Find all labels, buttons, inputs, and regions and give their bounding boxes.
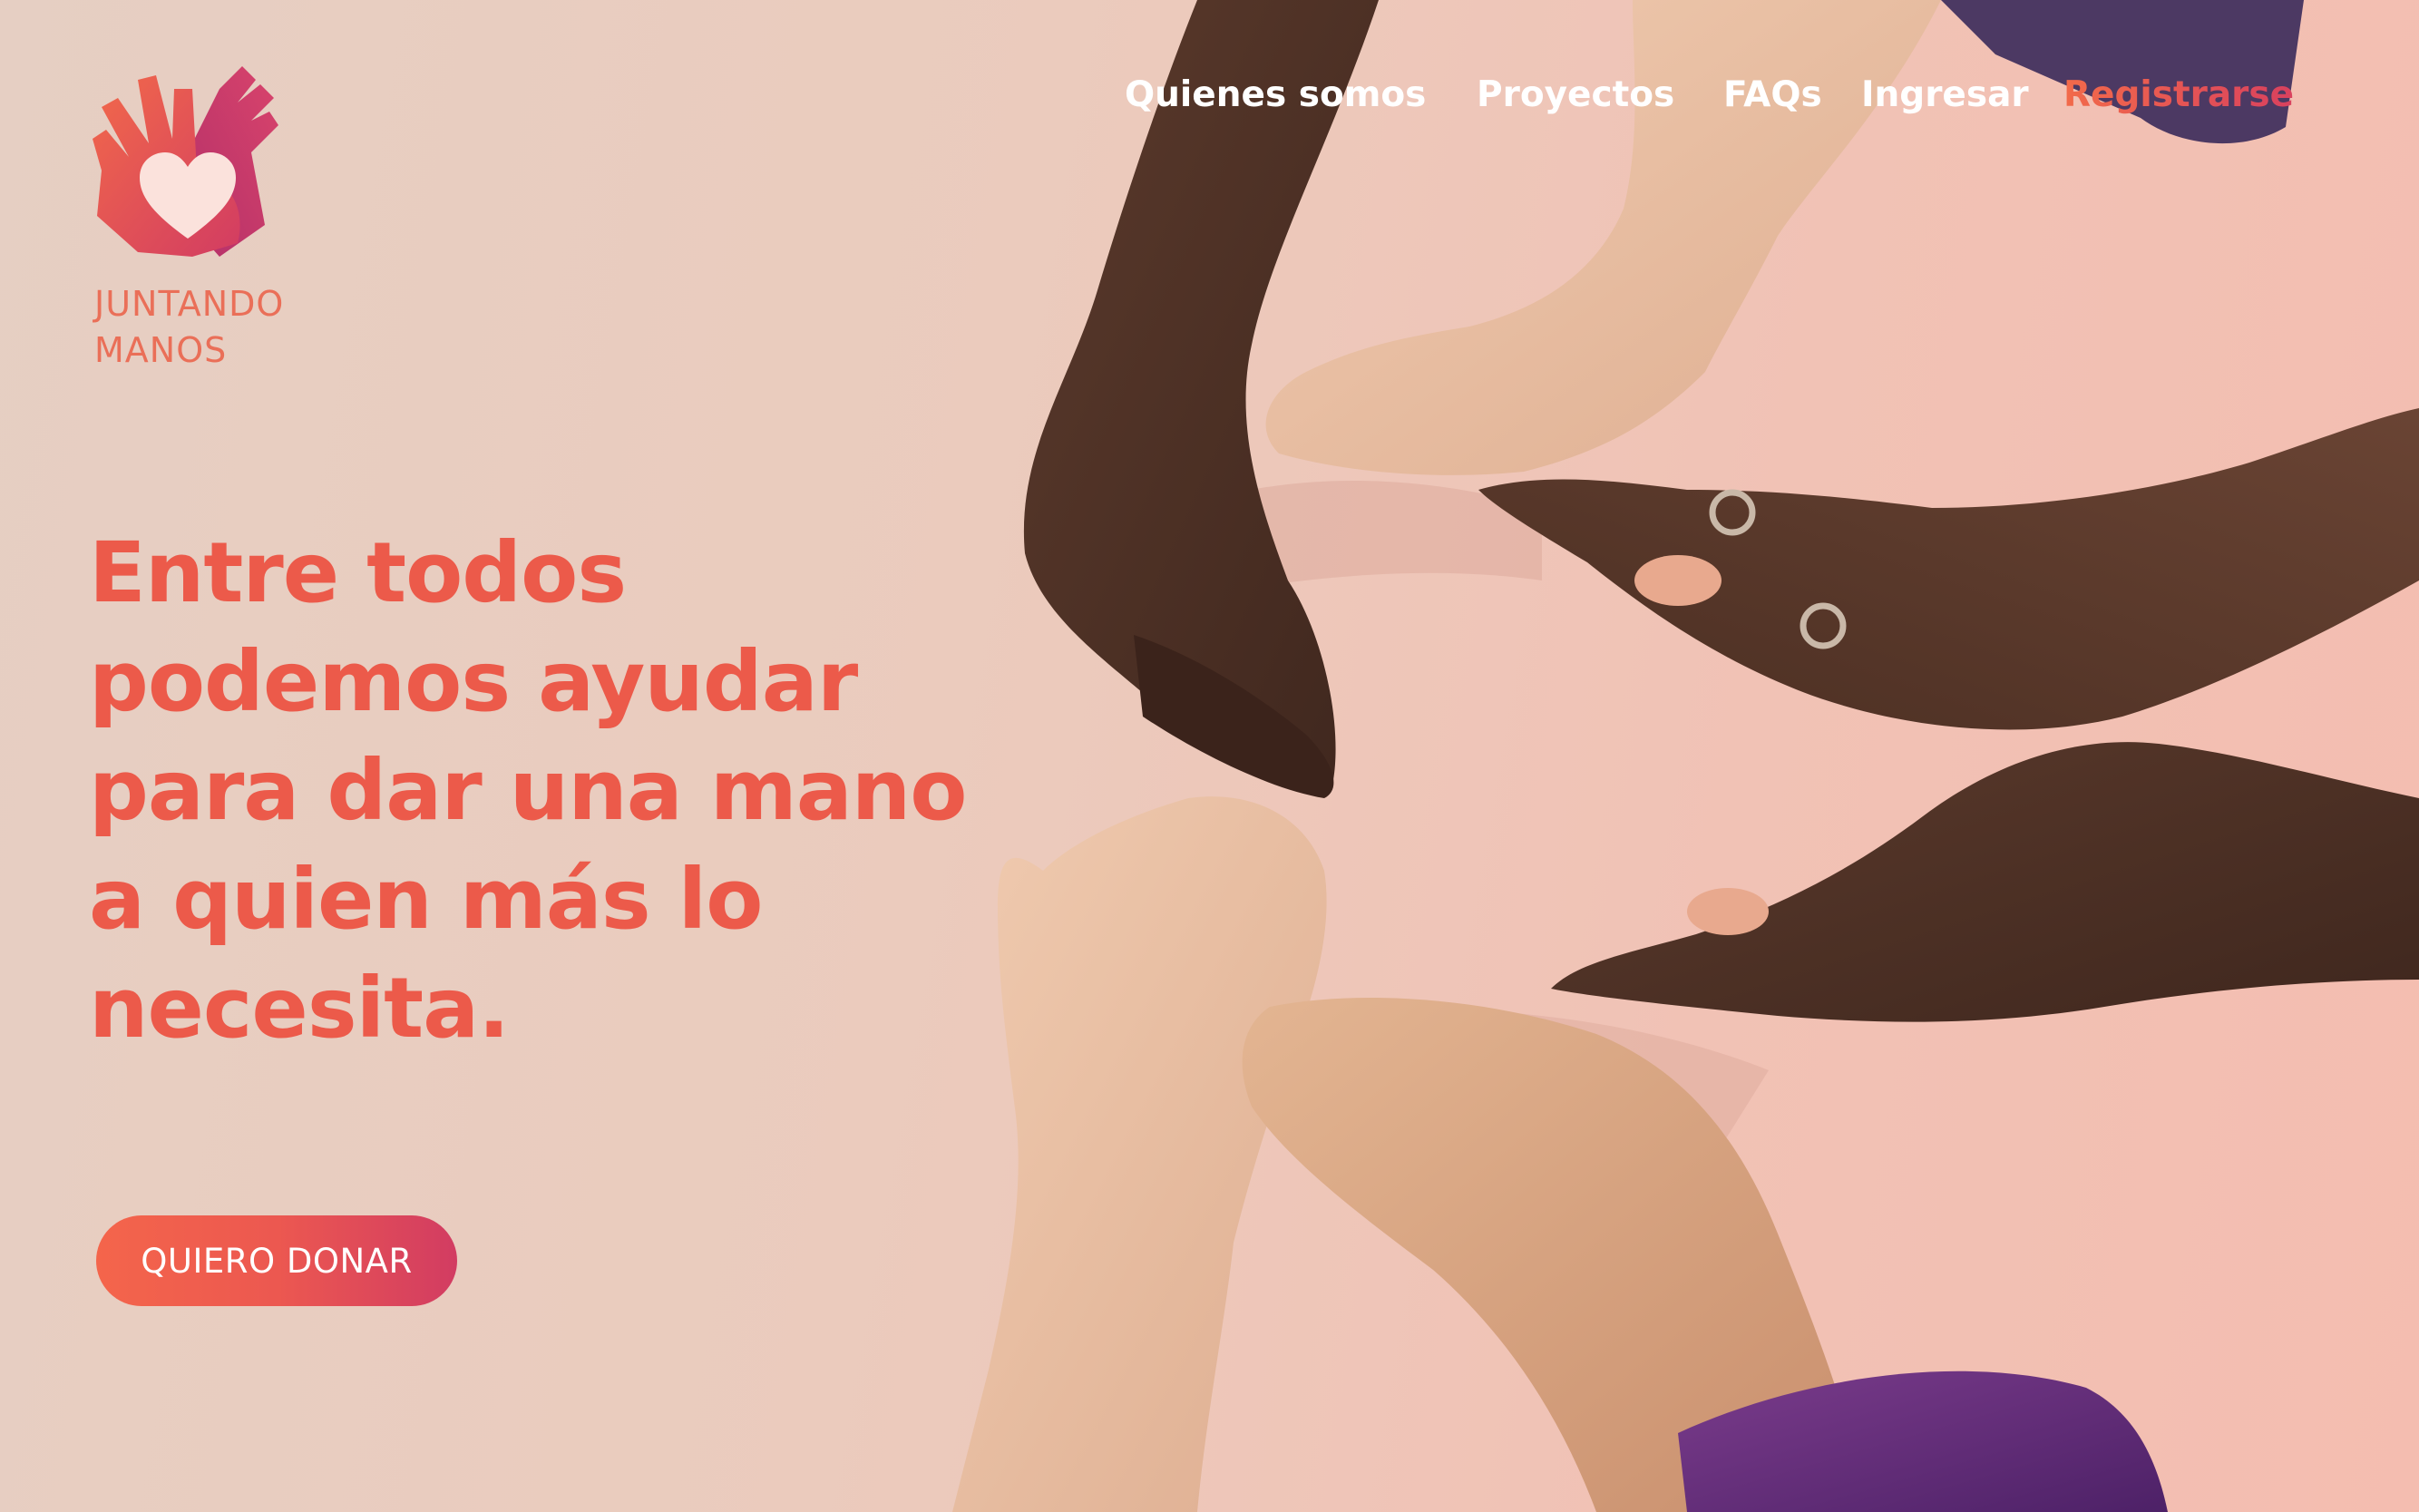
nav-link-registrarse[interactable]: Registrarse <box>2063 74 2294 115</box>
hero-headline-line: a quien más lo <box>89 851 763 948</box>
brand-name-line1: JUNTANDO <box>94 284 285 324</box>
nav-link-ingresar[interactable]: Ingresar <box>1861 74 2029 115</box>
hero-headline: Entre todos podemos ayudar para dar una … <box>89 519 1041 1063</box>
hero-headline-line: podemos ayudar <box>89 633 858 730</box>
brand-name-line2: MANOS <box>94 330 228 370</box>
hero-headline-line: Entre todos <box>89 524 627 621</box>
hero-headline-line: para dar una mano <box>89 742 968 839</box>
brand-name: JUNTANDO MANOS <box>94 281 284 374</box>
nav-link-faqs[interactable]: FAQs <box>1723 74 1822 115</box>
donate-button[interactable]: QUIERO DONAR <box>96 1215 457 1306</box>
nav-link-quienes-somos[interactable]: Quienes somos <box>1125 74 1426 115</box>
hero-headline-line: necesita. <box>89 960 510 1057</box>
nav-link-proyectos[interactable]: Proyectos <box>1477 74 1674 115</box>
landing-page: JUNTANDO MANOS Quienes somos Proyectos F… <box>0 0 2419 1512</box>
main-nav: Quienes somos Proyectos FAQs Ingresar Re… <box>0 74 2419 129</box>
